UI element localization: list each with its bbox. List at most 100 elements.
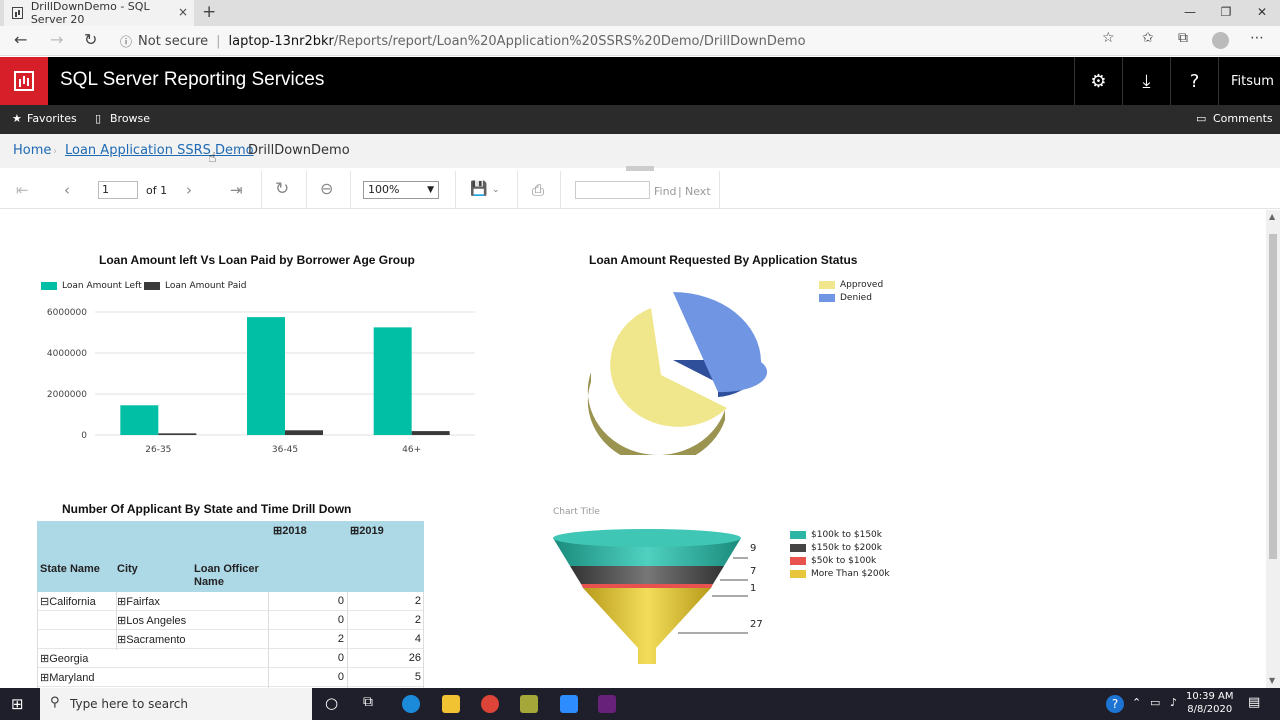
expand-icon: ⊞ xyxy=(273,525,283,537)
funnel-value-label: 27 xyxy=(750,619,763,630)
windows-start-icon[interactable]: ⊞ xyxy=(11,695,24,713)
value-2019: 5 xyxy=(414,671,421,683)
funnel-value-label: 7 xyxy=(750,566,757,577)
close-window-button[interactable]: ✕ xyxy=(1244,0,1280,24)
bar-loan-amount-paid xyxy=(158,433,197,435)
value-2019: 26 xyxy=(408,652,421,664)
favorites-bar-icon[interactable]: ✩ xyxy=(1142,30,1154,46)
y-tick-label: 0 xyxy=(81,431,87,441)
scrollbar-thumb[interactable] xyxy=(1269,234,1277,559)
state-name: California xyxy=(49,596,96,608)
find-next-button[interactable]: Next xyxy=(685,185,711,198)
mouse-cursor-icon: ☝ xyxy=(208,150,217,166)
legend-item-150k-200k: $150k to $200k xyxy=(790,543,882,553)
city-cell[interactable]: ⊞Los Angeles xyxy=(117,614,186,627)
legend-item-50k-100k: $50k to $100k xyxy=(790,556,876,566)
expand-toggle-icon[interactable]: ⊟ xyxy=(40,596,49,608)
expand-toggle-icon[interactable]: ⊞ xyxy=(117,596,126,608)
forward-arrow-icon[interactable]: → xyxy=(50,30,63,49)
expand-toggle-icon[interactable]: ⊞ xyxy=(117,615,126,627)
star-icon[interactable]: ☆ xyxy=(1102,30,1115,46)
refresh-icon[interactable]: ↻ xyxy=(84,30,97,49)
maximize-button[interactable]: ❐ xyxy=(1208,0,1244,24)
close-tab-icon[interactable]: × xyxy=(178,5,188,19)
zoom-icon[interactable] xyxy=(560,695,578,713)
vertical-scrollbar[interactable]: ▲ ▼ xyxy=(1266,210,1280,688)
breadcrumb-folder[interactable]: Loan Application SSRS Demo xyxy=(65,143,254,158)
new-tab-button[interactable]: + xyxy=(202,2,216,22)
state-cell[interactable]: ⊞Maryland xyxy=(40,671,94,684)
find-button[interactable]: Find xyxy=(654,185,677,198)
favorites-link[interactable]: Favorites xyxy=(27,112,77,125)
settings-gear-icon[interactable]: ⚙ xyxy=(1074,57,1122,105)
city-cell[interactable]: ⊞Fairfax xyxy=(117,595,160,608)
drilldown-table: ⊞2018 ⊞2019 State Name City Loan Officer… xyxy=(37,521,424,688)
minimize-button[interactable]: — xyxy=(1172,0,1208,24)
browse-link[interactable]: Browse xyxy=(110,112,150,125)
file-explorer-icon[interactable] xyxy=(442,695,460,713)
expand-toggle-icon[interactable]: ⊞ xyxy=(40,653,49,665)
taskbar-search[interactable]: ⚲ Type here to search xyxy=(40,688,312,720)
find-input[interactable] xyxy=(575,181,650,199)
tray-chevron-icon[interactable]: ⌃ xyxy=(1132,696,1141,709)
back-to-parent-icon[interactable]: ⊖ xyxy=(320,179,333,198)
table-title: Number Of Applicant By State and Time Dr… xyxy=(62,502,352,516)
visual-studio-icon[interactable] xyxy=(598,695,616,713)
city-cell[interactable]: ⊞Sacramento xyxy=(117,633,186,646)
clock-time: 10:39 AM xyxy=(1186,691,1234,702)
more-menu-icon[interactable]: ⋯ xyxy=(1250,30,1264,46)
battery-icon[interactable]: ▭ xyxy=(1150,696,1160,709)
task-view-icon[interactable]: ⧉ xyxy=(363,694,373,710)
collections-icon[interactable]: ⧉ xyxy=(1178,30,1188,46)
print-icon[interactable]: ⎙ xyxy=(532,181,544,199)
refresh-report-icon[interactable]: ↻ xyxy=(275,179,289,199)
legend-item-approved: Approved xyxy=(819,280,883,290)
bar-chart-title: Loan Amount left Vs Loan Paid by Borrowe… xyxy=(99,253,415,267)
year-2018-toggle[interactable]: ⊞2018 xyxy=(273,524,307,537)
report-toolbar: ⇤ ‹ 1 of 1 › ⇥ ↻ ⊖ 100% ▼ 💾 ⌄ ⎙ Find | Ne… xyxy=(0,171,1280,209)
breadcrumb-current: DrillDownDemo xyxy=(248,143,350,158)
chevron-down-icon[interactable]: ⌄ xyxy=(492,185,500,195)
last-page-icon[interactable]: ⇥ xyxy=(230,181,243,199)
legend-label: More Than $200k xyxy=(811,569,890,579)
notification-icon[interactable]: ▤ xyxy=(1248,695,1260,710)
system-clock[interactable]: 10:39 AM 8/8/2020 xyxy=(1186,690,1233,716)
url-field[interactable]: ⓘ Not secure | laptop-13nr2bkr /Reports/… xyxy=(120,28,806,54)
app-title: SQL Server Reporting Services xyxy=(60,69,325,90)
previous-page-icon[interactable]: ‹ xyxy=(64,181,70,199)
browser-tab[interactable]: DrillDownDemo - SQL Server 20 × xyxy=(4,0,194,26)
ssrs-logo-icon[interactable] xyxy=(0,57,48,105)
chrome-icon[interactable] xyxy=(481,695,499,713)
volume-icon[interactable]: ♪ xyxy=(1170,696,1177,709)
bar-loan-amount-left xyxy=(120,405,159,435)
page-number-input[interactable]: 1 xyxy=(98,181,138,199)
state-cell[interactable]: ⊞Georgia xyxy=(40,652,88,665)
download-icon[interactable]: ⤓ xyxy=(1122,57,1170,105)
value-2019: 2 xyxy=(414,595,421,607)
year-2019-toggle[interactable]: ⊞2019 xyxy=(350,524,384,537)
scroll-up-icon[interactable]: ▲ xyxy=(1269,212,1275,221)
edge-icon[interactable] xyxy=(402,695,420,713)
header-officer-1: Loan Officer xyxy=(194,563,259,575)
help-tray-icon[interactable]: ? xyxy=(1106,695,1124,713)
next-page-icon[interactable]: › xyxy=(186,181,192,199)
zoom-select[interactable]: 100% ▼ xyxy=(363,181,439,199)
back-arrow-icon[interactable]: ← xyxy=(14,30,27,49)
expand-toggle-icon[interactable]: ⊞ xyxy=(117,634,126,646)
chevron-down-icon: ▼ xyxy=(427,185,434,195)
scroll-down-icon[interactable]: ▼ xyxy=(1269,676,1275,685)
help-icon[interactable]: ? xyxy=(1170,57,1218,105)
state-cell[interactable]: ⊟California xyxy=(40,595,96,608)
table-row: ⊞Los Angeles 0 2 xyxy=(37,611,424,630)
first-page-icon[interactable]: ⇤ xyxy=(16,181,29,199)
user-menu[interactable]: Fitsum xyxy=(1218,57,1280,105)
profile-avatar[interactable] xyxy=(1212,32,1229,49)
paint-icon[interactable] xyxy=(520,695,538,713)
breadcrumb-home[interactable]: Home xyxy=(13,143,51,158)
expand-toggle-icon[interactable]: ⊞ xyxy=(40,672,49,684)
header-city: City xyxy=(117,563,138,575)
export-save-icon[interactable]: 💾 xyxy=(470,181,487,197)
funnel-segment-50k-100k xyxy=(581,584,713,588)
cortana-icon[interactable]: ○ xyxy=(325,694,338,712)
comments-link[interactable]: Comments xyxy=(1213,112,1273,125)
